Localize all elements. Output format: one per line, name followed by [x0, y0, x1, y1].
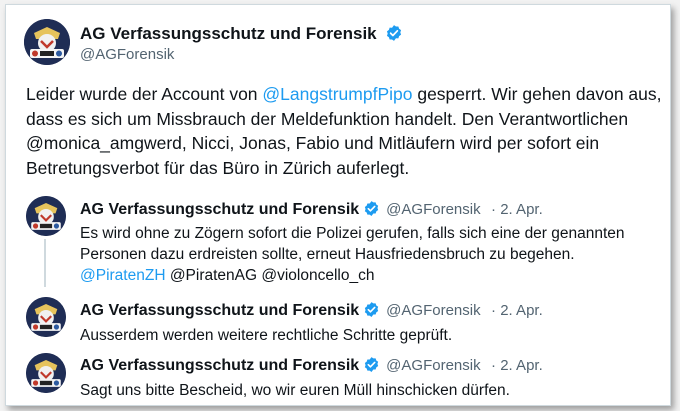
tweet-date[interactable]: · 2. Apr. [491, 201, 543, 218]
mention-link[interactable]: @LangstrumpfPipo [262, 84, 412, 104]
mention-link[interactable]: @PiratenZH [80, 267, 166, 284]
thread-connector-line [44, 239, 46, 287]
handle[interactable]: @AGForensik [80, 46, 174, 63]
tweet-screenshot-frame: AG Verfassungsschutz und Forensik @AGFor… [5, 4, 671, 406]
avatar[interactable] [24, 19, 70, 65]
profile-avatar-emblem-icon [26, 297, 66, 337]
verified-badge-icon [363, 301, 380, 323]
handle[interactable]: @AGForensik [386, 357, 480, 374]
reply-header: AG Verfassungsschutz und Forensik @AGFore… [80, 356, 543, 378]
verified-badge-icon [363, 356, 380, 378]
display-name-text[interactable]: AG Verfassungsschutz und Forensik [80, 24, 377, 43]
profile-avatar-emblem-icon [24, 19, 70, 65]
tweet-date[interactable]: · 2. Apr. [491, 302, 543, 319]
profile-avatar-emblem-icon [26, 196, 66, 236]
verified-badge-icon [363, 200, 380, 222]
display-name[interactable]: AG Verfassungsschutz und Forensik [80, 201, 359, 218]
tweet-text: Leider wurde der Account von @Langstrump… [26, 82, 666, 180]
handle[interactable]: @AGForensik [386, 201, 480, 218]
avatar[interactable] [26, 297, 66, 337]
avatar[interactable] [26, 353, 66, 393]
display-name[interactable]: AG Verfassungsschutz und Forensik [80, 24, 403, 47]
tweet-text-part: Es wird ohne zu Zögern sofort die Polize… [80, 225, 625, 263]
display-name[interactable]: AG Verfassungsschutz und Forensik [80, 302, 359, 319]
reply-header: AG Verfassungsschutz und Forensik @AGFore… [80, 200, 543, 222]
tweet-text-part: @PiratenAG @violoncello_ch [165, 267, 375, 284]
display-name[interactable]: AG Verfassungsschutz und Forensik [80, 357, 359, 374]
reply-text: Sagt uns bitte Bescheid, wo wir euren Mü… [80, 382, 510, 399]
avatar[interactable] [26, 196, 66, 236]
verified-badge-icon [385, 24, 403, 47]
handle[interactable]: @AGForensik [386, 302, 480, 319]
tweet-text-part: Leider wurde der Account von [26, 84, 263, 104]
tweet-date[interactable]: · 2. Apr. [491, 357, 543, 374]
reply-text: Ausserdem werden weitere rechtliche Schr… [80, 327, 453, 344]
reply-text: Es wird ohne zu Zögern sofort die Polize… [80, 223, 640, 286]
reply-header: AG Verfassungsschutz und Forensik @AGFore… [80, 301, 543, 323]
profile-avatar-emblem-icon [26, 353, 66, 393]
